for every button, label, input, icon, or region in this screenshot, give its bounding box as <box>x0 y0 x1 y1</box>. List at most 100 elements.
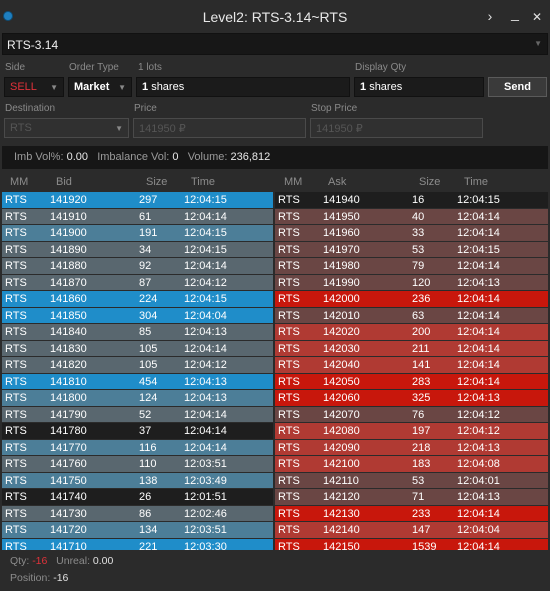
display-qty-input[interactable]: 1 shares <box>354 77 484 97</box>
bid-header-size[interactable]: Size <box>146 176 167 188</box>
ask-time: 12:04:14 <box>457 375 500 388</box>
order-type-select[interactable]: Market ▼ <box>68 77 132 97</box>
symbol-select[interactable]: RTS-3.14 ▼ <box>2 33 548 55</box>
ask-row[interactable]: RTS 142040 141 12:04:14 <box>275 357 548 374</box>
ask-header-price[interactable]: Ask <box>328 176 346 188</box>
ask-price: 142040 <box>323 359 360 371</box>
close-icon[interactable]: ✕ <box>530 10 544 24</box>
ask-row[interactable]: RTS 141990 120 12:04:13 <box>275 274 548 291</box>
bid-header-price[interactable]: Bid <box>56 176 72 188</box>
bid-row[interactable]: RTS 141870 87 12:04:12 <box>2 274 273 291</box>
chevron-down-icon[interactable]: ▼ <box>534 39 542 48</box>
ask-row[interactable]: RTS 142090 218 12:04:13 <box>275 439 548 456</box>
bid-price: 141750 <box>50 474 87 487</box>
ask-row[interactable]: RTS 142030 211 12:04:14 <box>275 340 548 357</box>
price-input[interactable]: 141950 ₽ <box>133 118 306 138</box>
ask-row[interactable]: RTS 142110 53 12:04:01 <box>275 472 548 489</box>
bid-row[interactable]: RTS 141880 92 12:04:14 <box>2 258 273 275</box>
ask-size: 53 <box>412 243 425 256</box>
side-select[interactable]: SELL ▼ <box>4 77 64 97</box>
ask-mm: RTS <box>278 392 300 404</box>
ask-row[interactable]: RTS 142080 197 12:04:12 <box>275 423 548 440</box>
bid-mm: RTS <box>5 210 27 223</box>
ask-time: 12:04:13 <box>457 441 500 454</box>
bid-row[interactable]: RTS 141810 454 12:04:13 <box>2 373 273 390</box>
bid-row[interactable]: RTS 141840 85 12:04:13 <box>2 324 273 341</box>
bid-size: 86 <box>139 507 152 520</box>
ask-row[interactable]: RTS 141960 33 12:04:14 <box>275 225 548 242</box>
ask-row[interactable]: RTS 142020 200 12:04:14 <box>275 324 548 341</box>
bid-row[interactable]: RTS 141710 221 12:03:30 <box>2 538 273 550</box>
ask-size: 120 <box>412 276 431 289</box>
ask-row[interactable]: RTS 141950 40 12:04:14 <box>275 208 548 225</box>
bid-row[interactable]: RTS 141760 110 12:03:51 <box>2 456 273 473</box>
qty-input[interactable]: 1 shares <box>136 77 350 97</box>
ask-row[interactable]: RTS 142010 63 12:04:14 <box>275 307 548 324</box>
bid-time: 12:04:15 <box>184 243 227 256</box>
ask-time: 12:04:14 <box>457 210 500 223</box>
bid-row[interactable]: RTS 141820 105 12:04:12 <box>2 357 273 374</box>
bid-mm: RTS <box>5 392 27 404</box>
bid-mm: RTS <box>5 342 27 355</box>
bid-row[interactable]: RTS 141750 138 12:03:49 <box>2 472 273 489</box>
ask-size: 236 <box>412 293 431 305</box>
ask-row[interactable]: RTS 141940 16 12:04:15 <box>275 192 548 209</box>
ask-header-time[interactable]: Time <box>464 176 488 188</box>
ask-size: 76 <box>412 408 425 421</box>
price-label: Price <box>134 103 157 114</box>
ask-row[interactable]: RTS 142120 71 12:04:13 <box>275 489 548 506</box>
ask-row[interactable]: RTS 142140 147 12:04:04 <box>275 522 548 539</box>
bid-row[interactable]: RTS 141920 297 12:04:15 <box>2 192 273 209</box>
ask-price: 142150 <box>323 540 360 551</box>
chevron-down-icon: ▼ <box>118 83 126 92</box>
send-button[interactable]: Send <box>488 77 547 97</box>
bid-row[interactable]: RTS 141720 134 12:03:51 <box>2 522 273 539</box>
bid-row[interactable]: RTS 141860 224 12:04:15 <box>2 291 273 308</box>
ask-size: 233 <box>412 507 431 520</box>
bid-header-time[interactable]: Time <box>191 176 215 188</box>
bid-row[interactable]: RTS 141740 26 12:01:51 <box>2 489 273 506</box>
ask-header-size[interactable]: Size <box>419 176 440 188</box>
ask-row[interactable]: RTS 142000 236 12:04:14 <box>275 291 548 308</box>
volume-label: Volume: <box>187 151 228 163</box>
ask-row[interactable]: RTS 142130 233 12:04:14 <box>275 505 548 522</box>
ask-row[interactable]: RTS 142070 76 12:04:12 <box>275 406 548 423</box>
stop-price-input[interactable]: 141950 ₽ <box>310 118 483 138</box>
ask-time: 12:04:14 <box>457 540 500 551</box>
bid-row[interactable]: RTS 141890 34 12:04:15 <box>2 241 273 258</box>
ask-size: 1539 <box>412 540 437 551</box>
unreal-label: Unreal: <box>56 555 90 567</box>
bid-row[interactable]: RTS 141910 61 12:04:14 <box>2 208 273 225</box>
bid-time: 12:04:04 <box>184 309 227 322</box>
display-qty-unit: shares <box>369 81 403 93</box>
bid-header-mm[interactable]: MM <box>10 176 28 188</box>
bid-row[interactable]: RTS 141850 304 12:04:04 <box>2 307 273 324</box>
ask-row[interactable]: RTS 142060 325 12:04:13 <box>275 390 548 407</box>
bid-size: 87 <box>139 276 152 289</box>
bid-row[interactable]: RTS 141900 191 12:04:15 <box>2 225 273 242</box>
ask-mm: RTS <box>278 524 300 536</box>
more-icon[interactable]: › <box>483 8 497 24</box>
bid-row[interactable]: RTS 141770 116 12:04:14 <box>2 439 273 456</box>
bid-row[interactable]: RTS 141800 124 12:04:13 <box>2 390 273 407</box>
bid-row[interactable]: RTS 141730 86 12:02:46 <box>2 505 273 522</box>
bid-row[interactable]: RTS 141790 52 12:04:14 <box>2 406 273 423</box>
ask-mm: RTS <box>278 309 300 322</box>
ask-price: 141950 <box>323 210 360 223</box>
imbalance-vol-value: 0 <box>172 151 179 163</box>
ask-price: 141980 <box>323 260 360 272</box>
ask-header-mm[interactable]: MM <box>284 176 302 188</box>
bid-row[interactable]: RTS 141780 37 12:04:14 <box>2 423 273 440</box>
minimize-icon[interactable]: _ <box>508 5 522 21</box>
ask-book: RTS 141940 16 12:04:15 RTS 141950 40 12:04:14 RT… <box>275 192 548 550</box>
ask-row[interactable]: RTS 141980 79 12:04:14 <box>275 258 548 275</box>
ask-row[interactable]: RTS 142100 183 12:04:08 <box>275 456 548 473</box>
bid-row[interactable]: RTS 141830 105 12:04:14 <box>2 340 273 357</box>
display-qty-number: 1 <box>360 81 367 93</box>
ask-row[interactable]: RTS 142050 283 12:04:14 <box>275 373 548 390</box>
bid-price: 141870 <box>50 276 87 289</box>
qty-value: -16 <box>32 555 48 567</box>
ask-row[interactable]: RTS 141970 53 12:04:15 <box>275 241 548 258</box>
destination-select[interactable]: RTS ▼ <box>4 118 129 138</box>
ask-row[interactable]: RTS 142150 1539 12:04:14 <box>275 538 548 551</box>
